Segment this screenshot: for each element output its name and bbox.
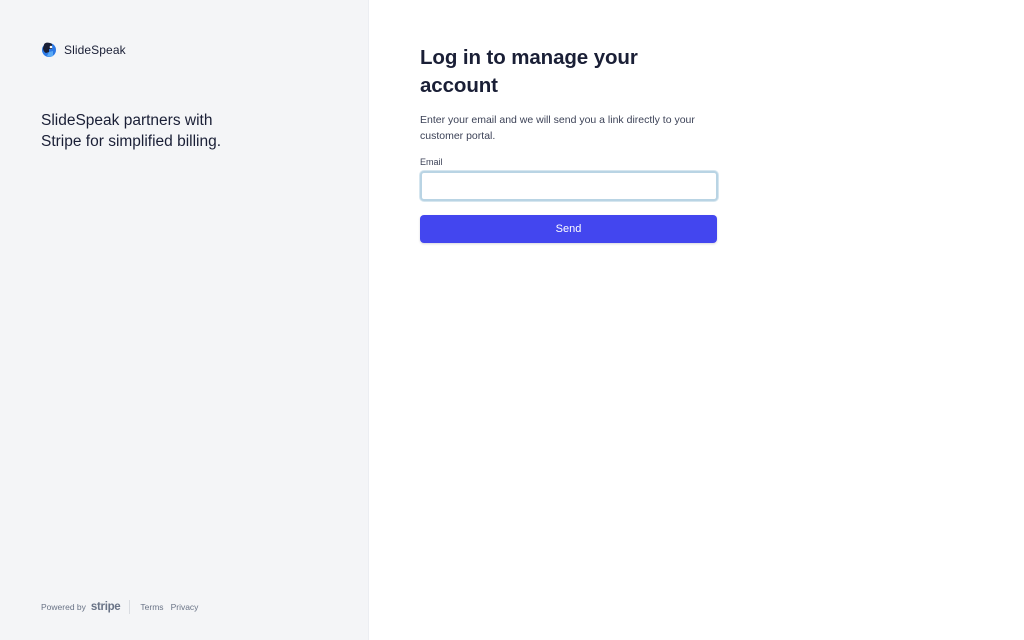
email-label: Email [420,157,443,167]
page: SlideSpeak SlideSpeak partners with Stri… [0,0,1024,640]
footer-divider [129,600,131,614]
tagline: SlideSpeak partners with Stripe for simp… [41,112,222,150]
brand[interactable]: SlideSpeak [41,41,126,59]
left-panel: SlideSpeak SlideSpeak partners with Stri… [0,0,369,640]
page-title: Log in to manage your account [420,46,638,97]
send-button[interactable]: Send [420,215,717,243]
terms-link[interactable]: Terms [140,602,163,612]
footer: Powered by stripe Terms Privacy [41,600,205,614]
privacy-link[interactable]: Privacy [171,602,199,612]
email-field[interactable] [420,171,718,201]
right-panel: Log in to manage your account Enter your… [369,0,1024,640]
brand-name: SlideSpeak [64,43,126,57]
form-description: Enter your email and we will send you a … [420,114,695,142]
stripe-logo[interactable]: stripe [91,601,121,613]
login-form: Log in to manage your account Enter your… [420,44,718,243]
powered-by-label: Powered by [41,602,86,612]
slidespeak-logo-icon [41,41,57,59]
